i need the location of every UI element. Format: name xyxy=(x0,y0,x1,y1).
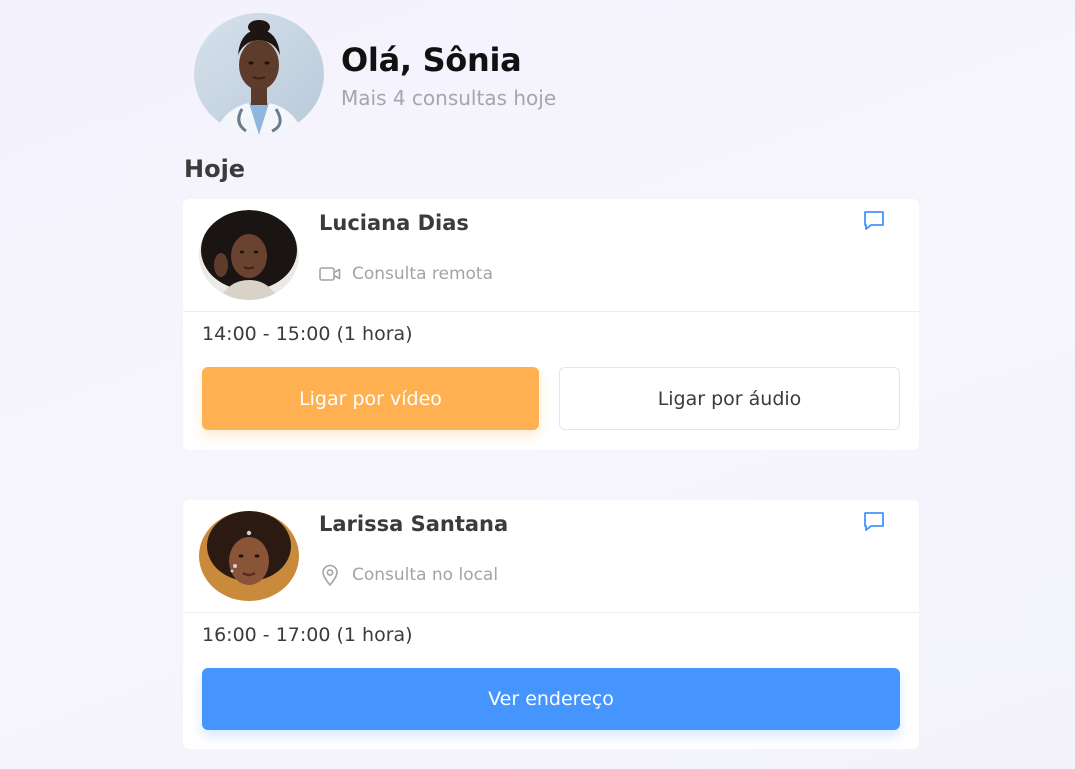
card-divider xyxy=(183,311,919,312)
view-address-button[interactable]: Ver endereço xyxy=(202,668,900,730)
time-range: 14:00 - 15:00 (1 hora) xyxy=(202,323,413,345)
consult-type-label: Consulta remota xyxy=(352,264,494,284)
consult-type-label: Consulta no local xyxy=(352,565,499,585)
card-divider xyxy=(183,612,919,613)
patient-avatar[interactable] xyxy=(199,210,299,300)
message-icon[interactable] xyxy=(861,509,887,535)
message-icon[interactable] xyxy=(861,208,887,234)
profile-avatar[interactable] xyxy=(194,13,324,135)
greeting-subtitle: Mais 4 consultas hoje xyxy=(341,86,557,110)
consult-type: Consulta no local xyxy=(319,564,498,586)
appointment-card: Luciana Dias Consulta remota 14:00 - 15:… xyxy=(183,199,919,450)
video-camera-icon xyxy=(319,263,341,285)
time-range: 16:00 - 17:00 (1 hora) xyxy=(202,624,413,646)
video-call-button[interactable]: Ligar por vídeo xyxy=(202,367,539,430)
patient-avatar[interactable] xyxy=(199,511,299,601)
patient-name: Larissa Santana xyxy=(319,512,509,536)
appointment-card: Larissa Santana Consulta no local 16:00 … xyxy=(183,500,919,749)
section-title-today: Hoje xyxy=(184,155,246,183)
greeting: Olá, Sônia xyxy=(341,41,522,79)
patient-name: Luciana Dias xyxy=(319,211,469,235)
consult-type: Consulta remota xyxy=(319,263,493,285)
location-pin-icon xyxy=(319,564,341,586)
audio-call-button[interactable]: Ligar por áudio xyxy=(559,367,900,430)
